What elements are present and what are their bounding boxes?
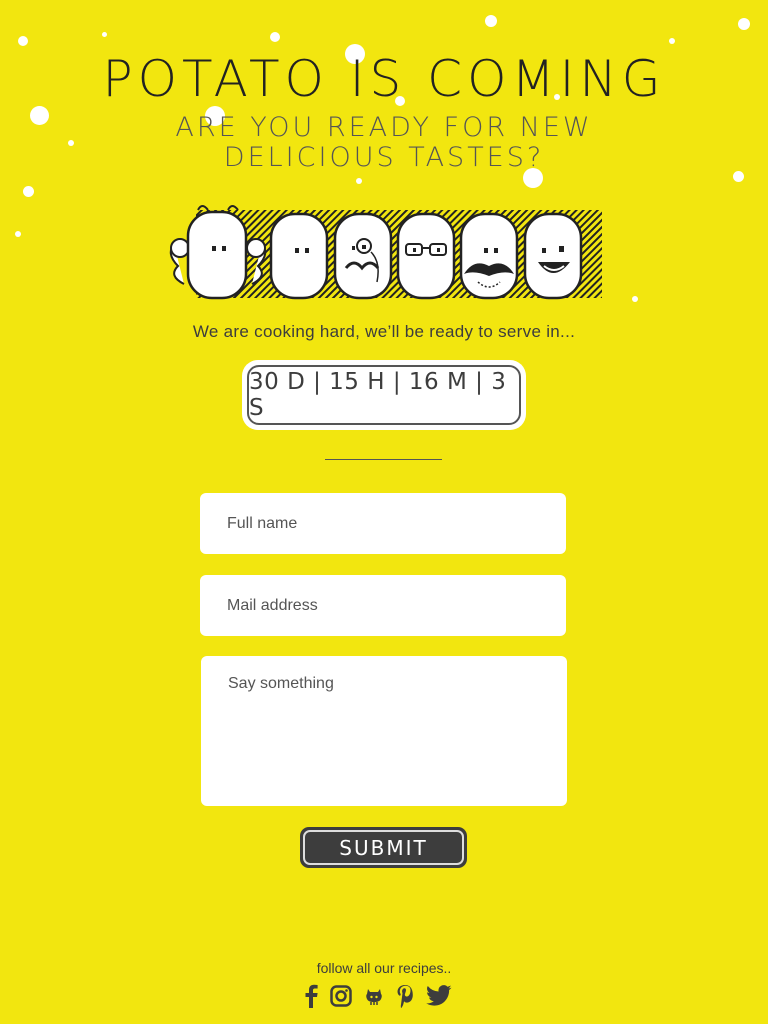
decorative-dot	[15, 231, 21, 237]
potato-character-3	[333, 212, 393, 300]
subtitle-line-2: DELICIOUS TASTES?	[223, 142, 545, 173]
follow-text: follow all our recipes..	[316, 960, 452, 976]
page-title: POTATO IS COMING	[102, 50, 666, 108]
social-links	[304, 983, 452, 1009]
divider-line	[325, 459, 442, 460]
decorative-dot	[485, 15, 497, 27]
decorative-dot	[669, 38, 675, 44]
cooking-message: We are cooking hard, we’ll be ready to s…	[192, 322, 576, 341]
subtitle-line-1: ARE YOU READY FOR NEW	[175, 112, 593, 143]
facebook-icon[interactable]	[304, 984, 318, 1008]
submit-button[interactable]: SUBMIT	[303, 830, 464, 865]
pinterest-icon[interactable]	[396, 984, 414, 1008]
decorative-dot	[18, 36, 28, 46]
potato-character-2	[269, 212, 329, 300]
countdown-timer: 30 D | 15 H | 16 M | 3 S	[247, 365, 521, 425]
full-name-input[interactable]	[200, 493, 566, 554]
message-textarea[interactable]	[201, 656, 567, 806]
decorative-dot	[270, 32, 280, 42]
decorative-dot	[632, 296, 638, 302]
github-icon[interactable]	[364, 986, 384, 1006]
decorative-dot	[356, 178, 362, 184]
potato-character-4	[396, 212, 456, 300]
mail-address-input[interactable]	[200, 575, 566, 636]
decorative-dot	[738, 18, 750, 30]
page-subtitle: ARE YOU READY FOR NEW DELICIOUS TASTES?	[0, 113, 768, 173]
potato-character-6	[523, 212, 583, 300]
potato-mascots-illustration	[169, 205, 602, 300]
potato-character-5	[459, 212, 519, 300]
twitter-icon[interactable]	[426, 985, 452, 1007]
countdown-box: 30 D | 15 H | 16 M | 3 S	[242, 360, 526, 430]
decorative-dot	[102, 32, 107, 37]
instagram-icon[interactable]	[330, 985, 352, 1007]
submit-button-frame: SUBMIT	[300, 827, 467, 868]
decorative-dot	[23, 186, 34, 197]
